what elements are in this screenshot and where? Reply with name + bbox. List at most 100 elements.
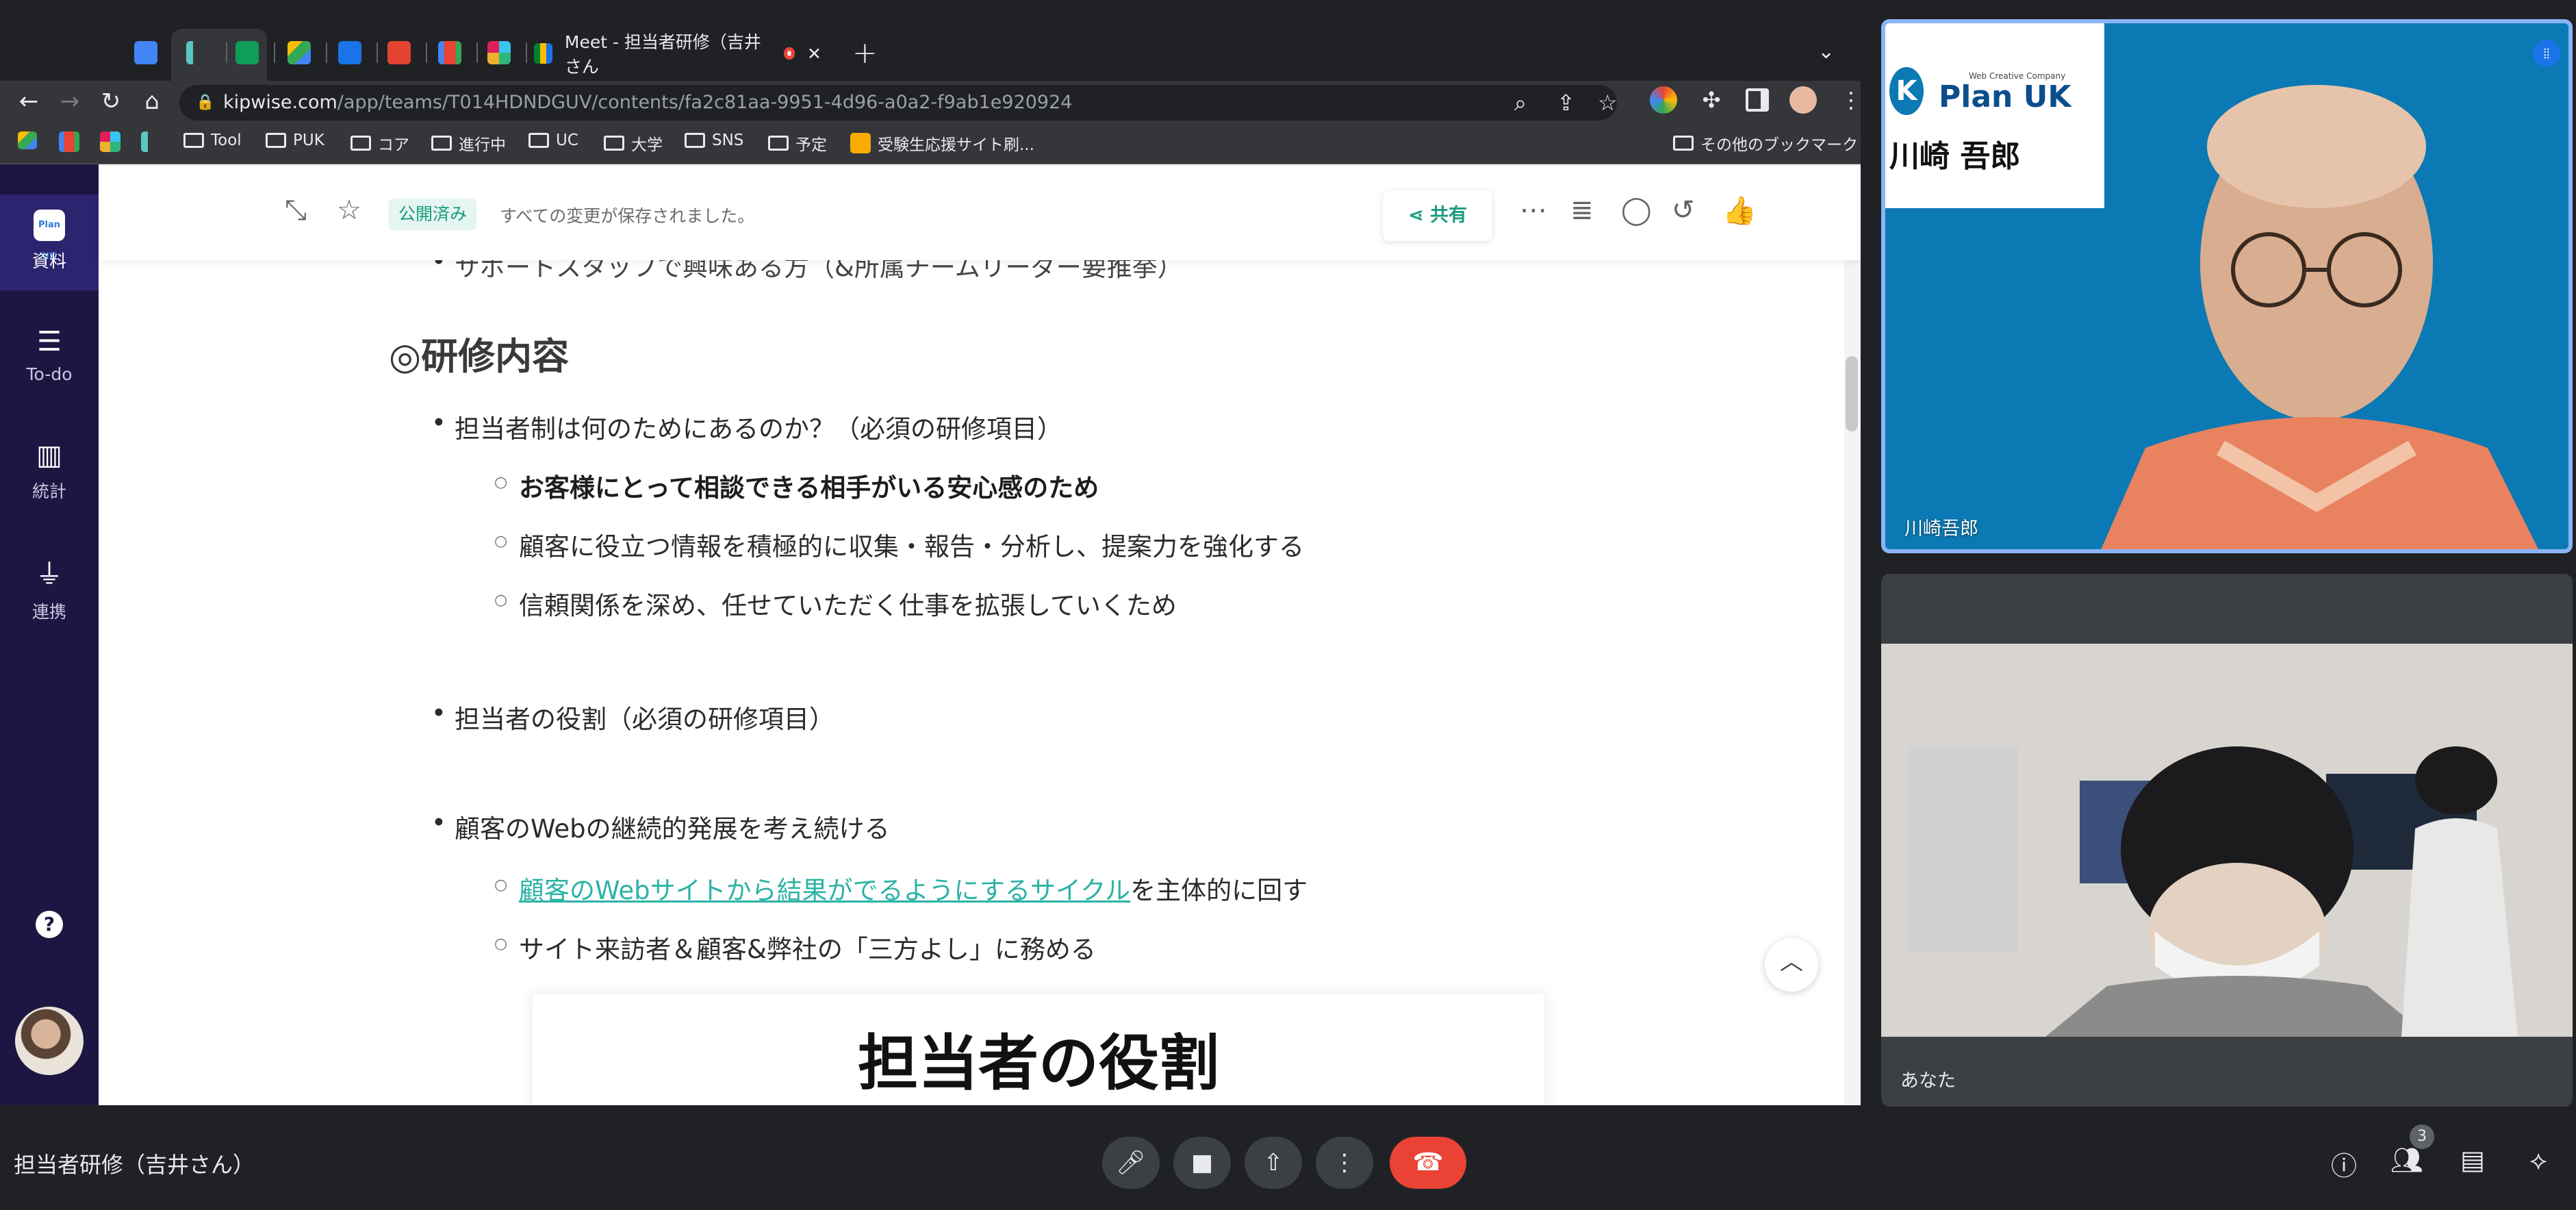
google-sheets-tab-icon[interactable] bbox=[235, 41, 259, 64]
sidebar-item-integrations[interactable]: ⏚ 連携 bbox=[0, 552, 99, 623]
people-icon[interactable]: 👥︎ bbox=[2388, 1145, 2426, 1176]
meet-tab-title: Meet - 担当者研修（吉井さん bbox=[564, 32, 761, 77]
sidebar-item-label: 統計 bbox=[31, 481, 66, 501]
present-screen-icon: ⇧ bbox=[1263, 1149, 1284, 1176]
reload-icon[interactable]: ↻ bbox=[96, 88, 126, 115]
more-options-icon[interactable]: ⋯ bbox=[1520, 194, 1547, 226]
bookmark-folder-tool[interactable]: Tool bbox=[183, 131, 242, 149]
home-icon[interactable]: ⌂ bbox=[137, 88, 167, 115]
comment-icon[interactable]: ◯ bbox=[1621, 194, 1652, 226]
scrollbar-thumb[interactable] bbox=[1846, 356, 1858, 431]
help-icon[interactable]: ? bbox=[36, 911, 63, 938]
bookmark-kipwise[interactable] bbox=[141, 131, 162, 152]
camera-icon: ■ bbox=[1190, 1149, 1214, 1176]
chat-icon[interactable]: ▤ bbox=[2453, 1145, 2492, 1175]
extensions-puzzle-icon[interactable]: ✣ bbox=[1698, 86, 1725, 114]
bookmark-folder-core[interactable]: コア bbox=[350, 131, 409, 155]
todo-app-tab-icon[interactable] bbox=[387, 41, 411, 64]
bookmark-star-icon[interactable]: ☆ bbox=[1598, 85, 1618, 121]
camera-button[interactable]: ■ bbox=[1173, 1137, 1231, 1189]
share-button[interactable]: ⋖ 共有 bbox=[1383, 190, 1492, 241]
tab-separator bbox=[426, 42, 427, 63]
site-favicon bbox=[850, 133, 871, 153]
bookmark-folder-in-progress[interactable]: 進行中 bbox=[431, 131, 506, 155]
favorite-star-icon[interactable]: ☆ bbox=[337, 194, 361, 226]
participant-tile-speaker[interactable]: K Web Creative Company Plan UK 川崎 吾郎 ⦙⦙ … bbox=[1881, 19, 2573, 553]
like-thumb-icon[interactable]: 👍 bbox=[1722, 194, 1757, 227]
color-extension-icon[interactable] bbox=[1650, 86, 1677, 114]
bookmark-folder-sns[interactable]: SNS bbox=[685, 131, 743, 149]
sidebar-item-todo[interactable]: ☰ To-do bbox=[0, 326, 99, 384]
url-path: /app/teams/T014HDNDGUV/contents/fa2c81aa… bbox=[337, 92, 1073, 113]
activities-icon[interactable]: ⟡ bbox=[2519, 1145, 2558, 1176]
participant-tile-self[interactable]: あなた bbox=[1881, 574, 2573, 1107]
folder-icon bbox=[183, 133, 204, 148]
document-toolbar: ⤡ ☆ 公開済み すべての変更が保存されました。 ⋖ 共有 ⋯ ≣ ◯ ↺ 👍 bbox=[99, 164, 1861, 260]
new-tab-button[interactable]: + bbox=[852, 36, 878, 71]
share-page-icon[interactable]: ⇪ bbox=[1557, 85, 1575, 121]
folder-icon bbox=[1673, 136, 1694, 151]
sidebar-item-documents[interactable]: Plan UK 資料 bbox=[0, 210, 99, 273]
list-icon: ☰ bbox=[37, 326, 62, 357]
sidebar-item-stats[interactable]: ▥ 統計 bbox=[0, 440, 99, 503]
google-drive-icon bbox=[18, 131, 37, 149]
company-logo-icon: K bbox=[1889, 67, 1924, 115]
collapse-icon[interactable]: ⤡ bbox=[285, 194, 307, 226]
bookmark-folder-schedule[interactable]: 予定 bbox=[768, 131, 827, 155]
present-screen-button[interactable]: ⇧ bbox=[1245, 1137, 1302, 1189]
history-icon[interactable]: ↺ bbox=[1672, 194, 1695, 226]
list-item: サイト来訪者＆顧客&弊社の「三方よし」に務める bbox=[494, 929, 1096, 966]
list-item: 顧客のWebの継続的発展を考え続ける bbox=[431, 808, 890, 845]
meet-tab-icon bbox=[534, 43, 552, 64]
scroll-to-top-button[interactable]: ︿ bbox=[1765, 938, 1818, 992]
slack-icon bbox=[100, 131, 120, 152]
participant-name: あなた bbox=[1900, 1070, 1956, 1092]
user-avatar[interactable] bbox=[15, 1007, 84, 1075]
slack-tab-icon[interactable] bbox=[487, 41, 511, 64]
gmail-tab-icon[interactable] bbox=[438, 41, 461, 64]
google-docs-tab-icon[interactable] bbox=[134, 41, 157, 64]
calendar-tab-icon[interactable] bbox=[338, 41, 361, 64]
folder-icon bbox=[350, 136, 371, 151]
meeting-details-icon[interactable]: ⓘ bbox=[2325, 1145, 2363, 1183]
more-options-button[interactable]: ⋮ bbox=[1316, 1137, 1373, 1189]
zoom-icon[interactable]: ⌕ bbox=[1514, 85, 1527, 121]
profile-avatar[interactable] bbox=[1789, 86, 1817, 114]
bookmark-label: 予定 bbox=[795, 136, 827, 154]
bookmark-folder-uc[interactable]: UC bbox=[528, 131, 578, 149]
close-tab-icon[interactable]: ✕ bbox=[807, 44, 821, 64]
document-body: サポートスタッフで興味ある方（&所属チームリーダー要推挙） ◎研修内容 担当者制… bbox=[99, 260, 1861, 1105]
meeting-title: 担当者研修（吉井さん） bbox=[14, 1152, 255, 1178]
side-panel-icon[interactable] bbox=[1746, 88, 1769, 112]
more-vertical-icon: ⋮ bbox=[1333, 1149, 1356, 1176]
back-arrow-icon[interactable]: ← bbox=[14, 88, 44, 115]
bookmark-slack[interactable] bbox=[100, 131, 120, 152]
bookmark-folder-puk[interactable]: PUK bbox=[266, 131, 324, 149]
browser-toolbar: ← → ↻ ⌂ 🔒 kipwise.com/app/teams/T014HDND… bbox=[0, 81, 1861, 125]
bookmark-other-folder[interactable]: その他のブックマーク bbox=[1673, 131, 1858, 155]
bookmark-label: 進行中 bbox=[459, 136, 506, 154]
sidebar-item-label: To-do bbox=[26, 364, 73, 384]
folder-icon bbox=[431, 136, 452, 151]
bookmark-exam-site[interactable]: 受験生応援サイト刷... bbox=[850, 131, 1034, 155]
google-drive-tab-icon[interactable] bbox=[288, 41, 311, 64]
bookmarks-bar: Tool PUK コア 進行中 UC 大学 SNS 予定 受験生応援サイト刷..… bbox=[0, 125, 1861, 164]
bookmark-label: PUK bbox=[293, 131, 324, 149]
tab-meet[interactable]: Meet - 担当者研修（吉井さん ✕ bbox=[534, 32, 821, 77]
sidebar-item-label: 連携 bbox=[31, 602, 66, 622]
list-item-text: を主体的に回す bbox=[1130, 876, 1308, 905]
browser-menu-icon[interactable]: ⋮ bbox=[1837, 86, 1861, 114]
bookmark-folder-university[interactable]: 大学 bbox=[604, 131, 663, 155]
speaking-indicator-icon: ⦙⦙ bbox=[2533, 40, 2560, 67]
end-call-button[interactable]: ☎ bbox=[1390, 1137, 1466, 1189]
cycle-link[interactable]: 顧客のWebサイトから結果がでるようにするサイクル bbox=[519, 876, 1130, 905]
kipwise-tab-icon[interactable] bbox=[186, 41, 209, 64]
microphone-button[interactable]: 🎤︎ bbox=[1102, 1137, 1160, 1189]
forward-arrow-icon[interactable]: → bbox=[55, 88, 85, 115]
outline-icon[interactable]: ≣ bbox=[1570, 194, 1594, 226]
bookmark-drive[interactable] bbox=[18, 131, 37, 149]
tab-search-chevron-icon[interactable]: ⌄ bbox=[1818, 40, 1835, 64]
address-bar[interactable]: 🔒 kipwise.com/app/teams/T014HDNDGUV/cont… bbox=[179, 85, 1618, 121]
bookmark-gmail[interactable] bbox=[59, 131, 79, 152]
list-item: 担当者制は何のためにあるのか？（必須の研修項目） bbox=[431, 408, 1062, 445]
